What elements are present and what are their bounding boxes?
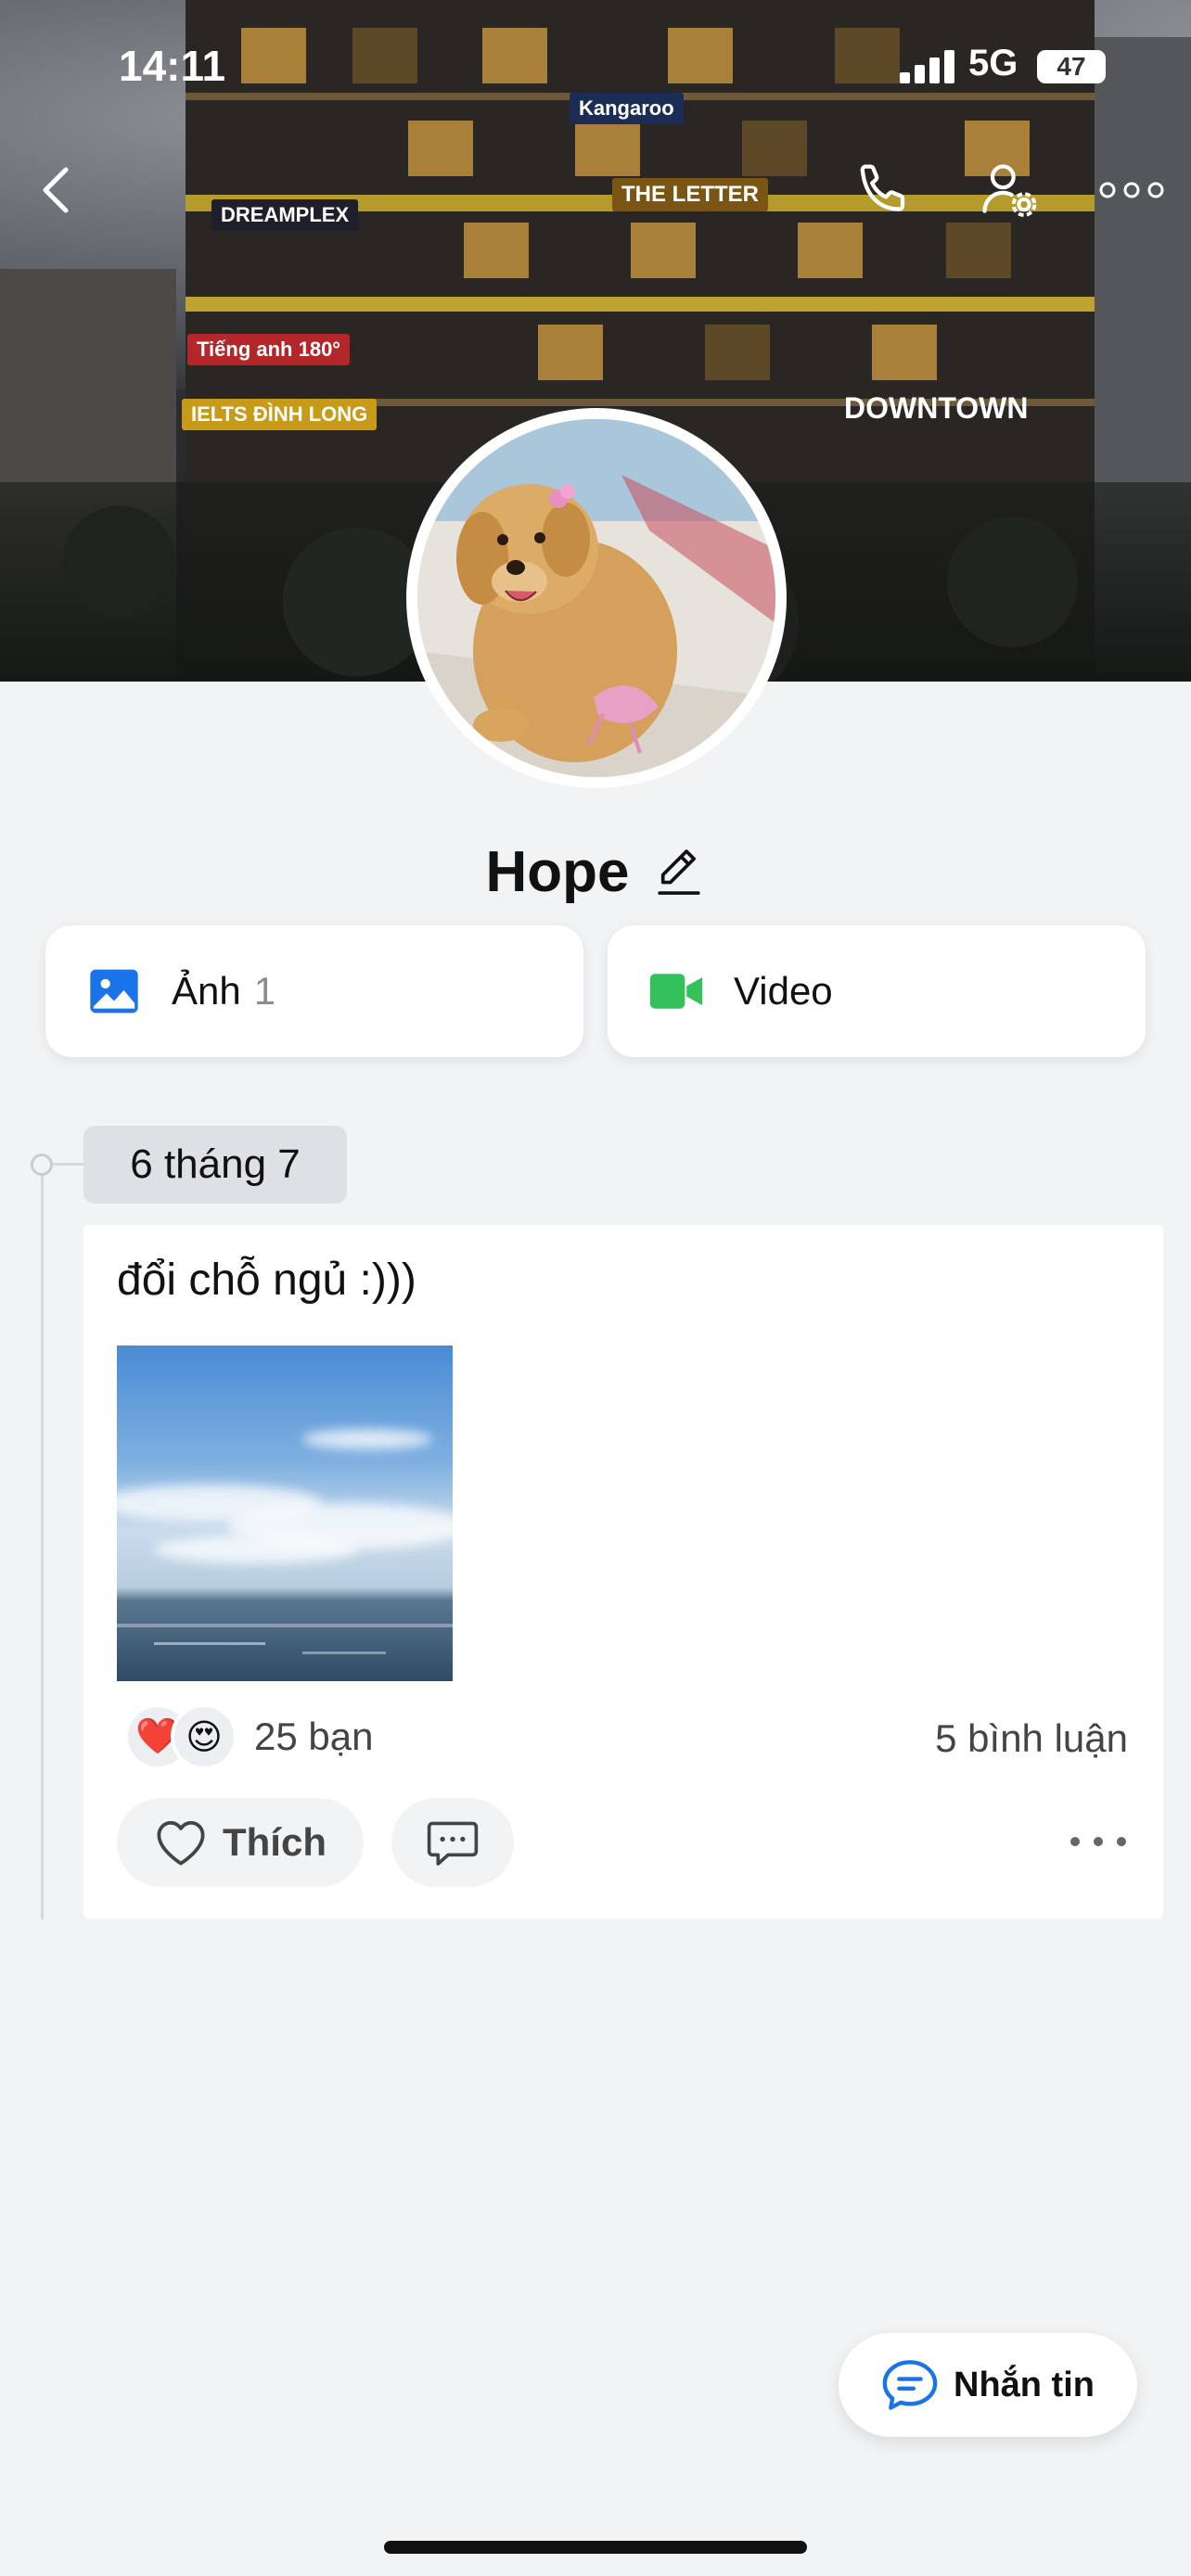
like-button[interactable]: Thích xyxy=(117,1798,364,1887)
status-time: 14:11 xyxy=(119,42,226,90)
call-button[interactable] xyxy=(852,158,916,223)
phone-icon xyxy=(860,164,905,211)
battery-icon: 47 xyxy=(1037,50,1106,83)
post-text: đổi chỗ ngủ :))) xyxy=(117,1256,416,1305)
timeline-date: 6 tháng 7 xyxy=(83,1126,347,1204)
post-photo[interactable] xyxy=(117,1345,453,1681)
post-more-button[interactable] xyxy=(1070,1828,1126,1855)
pencil-icon xyxy=(657,849,700,895)
timeline-line xyxy=(41,1164,44,1919)
more-button[interactable] xyxy=(1095,158,1169,223)
dog-illustration xyxy=(417,419,775,777)
chevron-left-icon xyxy=(43,167,69,213)
cover-sign: IELTS ĐÌNH LONG xyxy=(182,399,378,430)
cover-sign: DOWNTOWN xyxy=(844,391,1029,425)
avatar-photo xyxy=(417,419,775,777)
network-type: 5G xyxy=(968,43,1018,83)
profile-name-row: Hope xyxy=(0,835,1191,909)
back-button[interactable] xyxy=(24,158,89,223)
status-bar: 14:11 5G 47 xyxy=(0,0,1191,130)
profile-name: Hope xyxy=(485,839,630,904)
chat-bubble-icon xyxy=(882,2360,938,2410)
photos-label: Ảnh xyxy=(172,969,241,1013)
more-dot-icon xyxy=(1117,1837,1126,1846)
more-dot-icon xyxy=(1094,1837,1103,1846)
cover-sign: THE LETTER xyxy=(612,178,768,211)
videos-label: Video xyxy=(734,969,833,1013)
signal-icon xyxy=(900,48,955,83)
heart-outline-icon xyxy=(157,1820,205,1866)
photos-card[interactable]: Ảnh 1 xyxy=(45,925,583,1057)
post-card[interactable]: đổi chỗ ngủ :))) ❤️ 😍 25 bạn 5 bình luận… xyxy=(83,1225,1163,1919)
more-dot-icon xyxy=(1070,1837,1080,1846)
like-label: Thích xyxy=(223,1820,327,1864)
timeline-connector xyxy=(50,1163,83,1166)
profile-settings-button[interactable] xyxy=(976,158,1041,223)
more-horizontal-icon xyxy=(1099,182,1164,198)
reaction-count: 25 bạn xyxy=(254,1715,374,1758)
timeline-dot xyxy=(31,1154,53,1176)
message-button[interactable]: Nhắn tin xyxy=(839,2333,1137,2437)
edit-name-button[interactable] xyxy=(652,843,706,900)
avatar[interactable] xyxy=(406,408,787,788)
photos-count: 1 xyxy=(253,969,276,1013)
comment-button[interactable] xyxy=(391,1798,514,1887)
message-label: Nhắn tin xyxy=(954,2365,1095,2404)
image-icon xyxy=(86,963,142,1019)
comment-icon xyxy=(427,1821,479,1866)
cover-sign: DREAMPLEX xyxy=(211,199,359,231)
video-camera-icon xyxy=(648,963,704,1019)
cover-sign: Tiếng anh 180° xyxy=(187,334,351,365)
home-indicator[interactable] xyxy=(384,2541,807,2554)
reactions-summary[interactable]: ❤️ 😍 25 bạn xyxy=(124,1703,373,1770)
heart-eyes-reaction-icon: 😍 xyxy=(171,1703,237,1770)
videos-card[interactable]: Video xyxy=(608,925,1146,1057)
comment-count-link[interactable]: 5 bình luận xyxy=(935,1716,1128,1761)
user-settings-icon xyxy=(982,164,1037,217)
